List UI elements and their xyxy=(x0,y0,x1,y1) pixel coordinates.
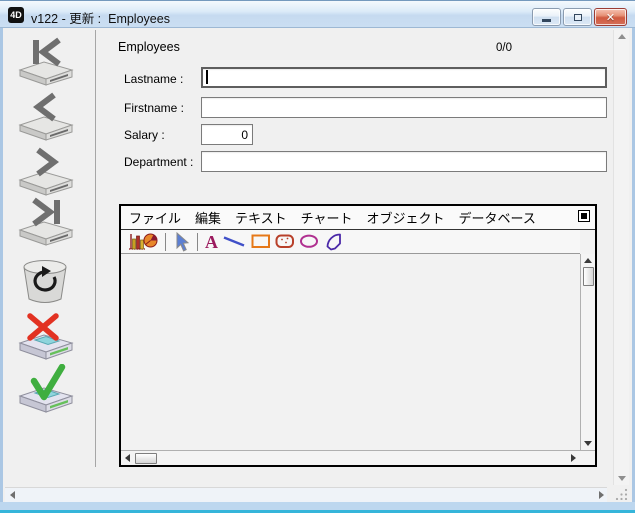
window-bottom-frame xyxy=(0,502,635,513)
window-scroll-down-icon[interactable] xyxy=(618,476,626,481)
previous-record-button[interactable] xyxy=(15,91,79,143)
salary-field[interactable] xyxy=(201,124,253,145)
menu-text[interactable]: テキスト xyxy=(235,208,287,227)
resize-grip-icon[interactable] xyxy=(614,488,628,500)
menu-file[interactable]: ファイル xyxy=(129,208,181,227)
window-horizontal-scrollbar[interactable] xyxy=(5,487,607,502)
menu-chart[interactable]: チャート xyxy=(301,208,353,227)
salary-label: Salary : xyxy=(124,128,165,142)
app-icon: 4D xyxy=(8,7,24,23)
trash-icon xyxy=(15,258,77,306)
minimize-button[interactable] xyxy=(532,8,561,26)
window-title: v122 - 更新 : Employees xyxy=(31,8,170,27)
chart-editor-subwindow: ファイル 編集 テキスト チャート オブジェクト データベース xyxy=(119,204,597,467)
department-label: Department : xyxy=(124,155,193,169)
window-scroll-right-icon[interactable] xyxy=(599,491,604,499)
sidebar-separator xyxy=(95,30,96,467)
menu-database[interactable]: データベース xyxy=(459,208,536,227)
lastname-field[interactable] xyxy=(201,67,607,88)
app-window: 4D v122 - 更新 : Employees ✕ xyxy=(0,0,635,513)
firstname-field[interactable] xyxy=(201,97,607,118)
subwindow-widget-icon[interactable] xyxy=(578,210,590,222)
text-caret xyxy=(206,70,208,84)
pointer-icon xyxy=(173,232,190,252)
arc-tool[interactable] xyxy=(324,232,344,251)
rounded-rectangle-icon xyxy=(275,234,295,249)
vertical-scroll-thumb[interactable] xyxy=(583,267,594,286)
cancel-cross-icon xyxy=(15,313,77,361)
rectangle-icon xyxy=(251,234,271,249)
record-counter: 0/0 xyxy=(496,42,512,54)
rounded-rectangle-tool[interactable] xyxy=(275,234,295,249)
delete-record-button[interactable] xyxy=(15,258,79,306)
window-scroll-left-icon[interactable] xyxy=(10,491,15,499)
toolbar-separator xyxy=(197,233,198,251)
titlebar[interactable]: 4D v122 - 更新 : Employees ✕ xyxy=(0,0,635,28)
accept-record-button[interactable] xyxy=(15,364,79,414)
first-record-button[interactable] xyxy=(15,36,79,88)
line-icon xyxy=(222,234,247,249)
close-button[interactable]: ✕ xyxy=(594,8,627,26)
chart-canvas[interactable] xyxy=(121,254,580,450)
arc-icon xyxy=(324,232,344,251)
chart-toolbar: A xyxy=(121,230,580,254)
firstname-label: Firstname : xyxy=(124,101,184,115)
scroll-right-arrow-icon[interactable] xyxy=(567,452,580,465)
cancel-record-button[interactable] xyxy=(15,313,79,361)
previous-record-icon xyxy=(15,91,77,141)
scroll-left-arrow-icon[interactable] xyxy=(121,452,134,465)
scrollbar-corner xyxy=(580,450,595,465)
restore-icon xyxy=(574,14,582,21)
department-field[interactable] xyxy=(201,151,607,172)
window-body: Employees 0/0 Lastname : Firstname : Sal… xyxy=(3,28,632,502)
ellipse-tool[interactable] xyxy=(299,234,320,249)
first-record-icon xyxy=(15,36,77,86)
restore-button[interactable] xyxy=(563,8,592,26)
chart-vertical-scrollbar[interactable] xyxy=(580,254,595,450)
chart-menubar: ファイル 編集 テキスト チャート オブジェクト データベース xyxy=(121,206,595,230)
pointer-tool[interactable] xyxy=(173,232,190,252)
table-name-label: Employees xyxy=(118,40,180,54)
next-record-button[interactable] xyxy=(15,146,79,198)
window-vertical-scrollbar[interactable] xyxy=(613,30,629,485)
chart-type-icon xyxy=(127,232,158,252)
text-tool[interactable]: A xyxy=(205,233,218,251)
line-tool[interactable] xyxy=(222,234,247,249)
rectangle-tool[interactable] xyxy=(251,234,271,249)
lastname-label: Lastname : xyxy=(124,72,183,86)
menu-object[interactable]: オブジェクト xyxy=(367,208,445,227)
window-scroll-up-icon[interactable] xyxy=(618,34,626,39)
scroll-up-arrow-icon[interactable] xyxy=(582,254,595,267)
scroll-down-arrow-icon[interactable] xyxy=(582,437,595,450)
chart-type-tool[interactable] xyxy=(127,232,158,252)
last-record-button[interactable] xyxy=(15,196,79,248)
accept-check-icon xyxy=(15,364,77,414)
next-record-icon xyxy=(15,146,77,196)
last-record-icon xyxy=(15,196,77,246)
toolbar-separator xyxy=(165,233,166,251)
horizontal-scroll-thumb[interactable] xyxy=(135,453,157,464)
minimize-icon xyxy=(542,19,551,22)
ellipse-icon xyxy=(299,234,320,249)
text-tool-icon: A xyxy=(205,233,218,251)
menu-edit[interactable]: 編集 xyxy=(195,208,221,227)
chart-horizontal-scrollbar[interactable] xyxy=(121,450,580,465)
